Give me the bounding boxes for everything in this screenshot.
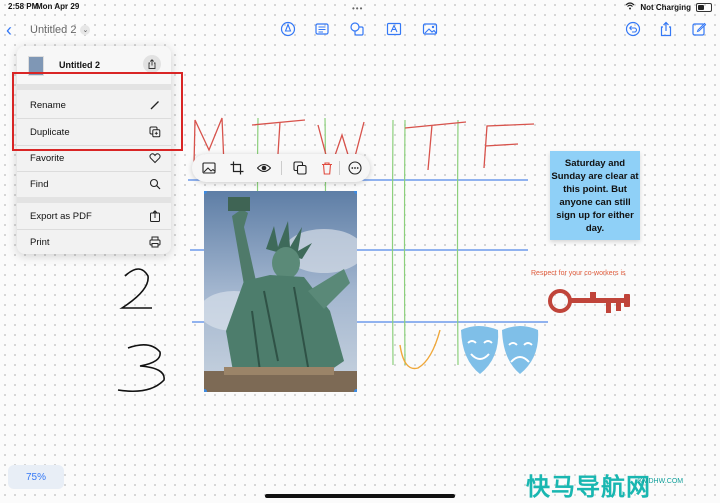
- green-line-5: [456, 119, 459, 366]
- menu-item-label: Export as PDF: [30, 210, 92, 222]
- number-2: [119, 268, 152, 309]
- more-icon[interactable]: [347, 160, 363, 176]
- magnifier-icon: [149, 178, 161, 190]
- menu-item-export-pdf[interactable]: Export as PDF: [17, 203, 171, 229]
- menu-item-label: Print: [30, 236, 50, 248]
- orange-check: [399, 329, 441, 370]
- menu-header-title: Untitled 2: [59, 60, 101, 70]
- menu-item-label: Find: [30, 178, 49, 190]
- letter-F: [483, 123, 535, 169]
- theater-masks-icon: [461, 326, 539, 374]
- home-indicator[interactable]: [265, 494, 455, 498]
- key-icon: [548, 289, 630, 313]
- export-icon: [149, 210, 161, 222]
- statue-of-liberty-image[interactable]: [204, 191, 357, 392]
- printer-icon: [149, 236, 161, 248]
- eye-icon[interactable]: [256, 160, 272, 176]
- resize-handle-bottom-right[interactable]: [354, 389, 357, 392]
- trash-icon[interactable]: [319, 160, 335, 176]
- toolbar-divider-1: [281, 161, 282, 175]
- sticky-note-text: Saturday and Sunday are clear at this po…: [551, 157, 639, 234]
- statue-photo-art: [204, 191, 357, 392]
- menu-item-print[interactable]: Print: [17, 229, 171, 254]
- number-3: [117, 344, 165, 393]
- photo-icon[interactable]: [201, 160, 217, 176]
- sticky-note[interactable]: Saturday and Sunday are clear at this po…: [550, 151, 640, 240]
- highlight-box: [12, 72, 183, 151]
- menu-item-label: Favorite: [30, 152, 65, 164]
- watermark-subtext: KMDHW.COM: [638, 478, 684, 485]
- heart-icon: [149, 152, 161, 164]
- watermark-text: 快马导航网: [526, 474, 651, 501]
- share-icon[interactable]: [143, 55, 161, 73]
- image-toolbar: [192, 154, 370, 182]
- crop-icon[interactable]: [229, 160, 245, 176]
- caption-text[interactable]: Respect for your co-workers is: [531, 270, 626, 277]
- letter-T2: [404, 121, 467, 171]
- green-line-3: [391, 119, 394, 366]
- duplicate-icon[interactable]: [292, 160, 308, 176]
- toolbar-divider-2: [339, 161, 340, 175]
- resize-handle-bottom-left[interactable]: [204, 389, 207, 392]
- zoom-level-button[interactable]: 75%: [8, 465, 64, 489]
- menu-item-find[interactable]: Find: [17, 171, 171, 197]
- resize-handle-top-right[interactable]: [354, 191, 357, 194]
- green-line-4: [403, 119, 406, 366]
